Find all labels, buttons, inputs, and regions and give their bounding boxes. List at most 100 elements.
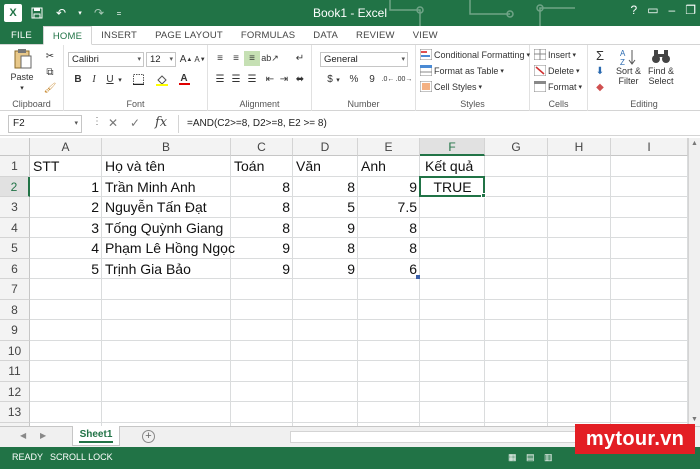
- cell-c6[interactable]: 9: [231, 259, 293, 280]
- orientation-icon[interactable]: ab↗: [261, 51, 279, 66]
- conditional-formatting-button[interactable]: Conditional Formatting ▾: [420, 49, 530, 60]
- format-cells-button[interactable]: Format ▾: [534, 81, 582, 92]
- align-left-icon[interactable]: ☰: [212, 72, 228, 87]
- italic-button[interactable]: I: [86, 72, 102, 87]
- page-break-view-icon[interactable]: ▥: [544, 452, 553, 463]
- currency-dropdown-icon[interactable]: ▾: [334, 72, 342, 87]
- column-header-c[interactable]: C: [231, 138, 293, 156]
- percent-button[interactable]: %: [346, 72, 362, 87]
- cell-b1[interactable]: Họ và tên: [102, 156, 231, 177]
- cell-c5[interactable]: 9: [231, 238, 293, 259]
- row-header-9[interactable]: 9: [0, 320, 30, 341]
- sheet-tab-sheet1[interactable]: Sheet1: [72, 426, 120, 446]
- number-format-combo[interactable]: General ▾: [320, 52, 408, 67]
- column-header-d[interactable]: D: [293, 138, 358, 156]
- cell-a1[interactable]: STT: [30, 156, 102, 177]
- row-header-1[interactable]: 1: [0, 156, 30, 177]
- row-header-7[interactable]: 7: [0, 279, 30, 300]
- vertical-scrollbar[interactable]: ▲ ▼: [688, 138, 700, 426]
- cell-a6[interactable]: 5: [30, 259, 102, 280]
- sort-filter-button[interactable]: AZ Sort & Filter: [616, 48, 641, 86]
- page-layout-view-icon[interactable]: ▤: [526, 452, 535, 463]
- increase-decimal-icon[interactable]: .0←: [380, 72, 396, 87]
- font-size-combo[interactable]: 12 ▾: [146, 52, 176, 67]
- cell-d1[interactable]: Văn: [293, 156, 358, 177]
- shrink-font-icon[interactable]: A ▼: [192, 52, 208, 67]
- row-header-3[interactable]: 3: [0, 197, 30, 218]
- fill-handle[interactable]: [481, 193, 486, 198]
- row-header-2[interactable]: 2: [0, 176, 30, 197]
- cell-e3[interactable]: 7.5: [358, 197, 420, 218]
- cell-d5[interactable]: 8: [293, 238, 358, 259]
- cell-e2[interactable]: 9: [358, 177, 420, 198]
- cell-area[interactable]: STT Họ và tên Toán Văn Anh Kết quả 1 Trần Minh …: [30, 156, 688, 443]
- middle-align-icon[interactable]: ≡: [228, 51, 244, 66]
- tab-page-layout[interactable]: PAGE LAYOUT: [146, 26, 232, 44]
- paste-button[interactable]: Paste ▾: [10, 48, 34, 92]
- cell-b2[interactable]: Trần Minh Anh: [102, 177, 231, 198]
- fill-color-icon[interactable]: [154, 72, 170, 87]
- clear-icon[interactable]: ◆: [592, 80, 608, 95]
- tab-review[interactable]: REVIEW: [347, 26, 404, 44]
- align-center-icon[interactable]: ☰: [228, 72, 244, 87]
- row-header-11[interactable]: 11: [0, 361, 30, 382]
- underline-dropdown-icon[interactable]: ▾: [116, 72, 124, 87]
- cell-e5[interactable]: 8: [358, 238, 420, 259]
- help-icon[interactable]: ?: [631, 3, 638, 17]
- formula-bar-options-icon[interactable]: ⋮: [92, 116, 102, 127]
- row-header-5[interactable]: 5: [0, 238, 30, 259]
- row-header-12[interactable]: 12: [0, 381, 30, 402]
- cell-f1[interactable]: Kết quả: [422, 156, 487, 177]
- column-header-g[interactable]: G: [485, 138, 548, 156]
- cell-c4[interactable]: 8: [231, 218, 293, 239]
- decrease-decimal-icon[interactable]: .00→: [396, 72, 413, 87]
- tab-home[interactable]: HOME: [42, 26, 93, 45]
- cell-styles-button[interactable]: Cell Styles ▾: [420, 81, 482, 92]
- cell-a2[interactable]: 1: [30, 177, 102, 198]
- cell-d3[interactable]: 5: [293, 197, 358, 218]
- formula-input[interactable]: =AND(C2>=8, D2>=8, E2 >= 8): [178, 115, 690, 133]
- cell-d4[interactable]: 9: [293, 218, 358, 239]
- fill-icon[interactable]: ⬇: [592, 64, 608, 79]
- column-header-b[interactable]: B: [102, 138, 231, 156]
- merge-center-icon[interactable]: ⬌: [292, 72, 308, 87]
- cell-b3[interactable]: Nguyễn Tấn Đạt: [102, 197, 231, 218]
- cell-e4[interactable]: 8: [358, 218, 420, 239]
- cell-d6[interactable]: 9: [293, 259, 358, 280]
- tab-file[interactable]: FILE: [0, 26, 43, 44]
- row-header-13[interactable]: 13: [0, 402, 30, 423]
- add-sheet-button[interactable]: +: [142, 430, 155, 443]
- ribbon-display-icon[interactable]: ▭: [647, 3, 658, 17]
- prev-sheet-icon[interactable]: ◀: [20, 431, 26, 440]
- cell-e1[interactable]: Anh: [358, 156, 420, 177]
- select-all-corner[interactable]: [0, 138, 30, 156]
- font-color-icon[interactable]: A: [176, 72, 192, 87]
- cell-d2[interactable]: 8: [293, 177, 358, 198]
- delete-cells-button[interactable]: Delete ▾: [534, 65, 580, 76]
- font-name-combo[interactable]: Calibri ▾: [68, 52, 144, 67]
- cell-b4[interactable]: Tống Quỳnh Giang: [102, 218, 231, 239]
- row-header-8[interactable]: 8: [0, 299, 30, 320]
- scroll-up-icon[interactable]: ▲: [689, 138, 700, 150]
- tab-view[interactable]: VIEW: [404, 26, 447, 44]
- cell-e6[interactable]: 6: [358, 259, 420, 280]
- format-painter-icon[interactable]: 🖌: [42, 81, 58, 96]
- column-header-e[interactable]: E: [358, 138, 420, 156]
- comma-style-button[interactable]: 9: [364, 72, 380, 87]
- top-align-icon[interactable]: ≡: [212, 51, 228, 66]
- tab-insert[interactable]: INSERT: [92, 26, 146, 44]
- row-header-4[interactable]: 4: [0, 217, 30, 238]
- minimize-icon[interactable]: –: [669, 3, 676, 17]
- restore-icon[interactable]: ❐: [685, 3, 696, 17]
- column-header-f[interactable]: F: [420, 138, 485, 156]
- normal-view-icon[interactable]: ▦: [508, 452, 517, 463]
- tab-data[interactable]: DATA: [304, 26, 347, 44]
- cell-b6[interactable]: Trịnh Gia Bảo: [102, 259, 231, 280]
- find-select-button[interactable]: Find & Select: [648, 48, 674, 86]
- cell-a5[interactable]: 4: [30, 238, 102, 259]
- bold-button[interactable]: B: [70, 72, 86, 87]
- cell-a4[interactable]: 3: [30, 218, 102, 239]
- cell-c1[interactable]: Toán: [231, 156, 293, 177]
- cell-c2[interactable]: 8: [231, 177, 293, 198]
- name-box[interactable]: F2 ▾: [8, 115, 82, 133]
